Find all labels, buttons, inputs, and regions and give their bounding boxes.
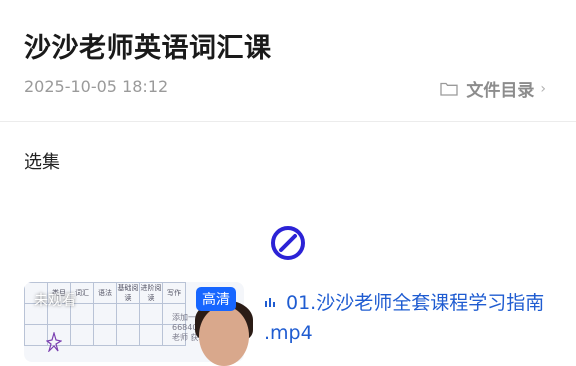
divider [0,121,576,122]
presenter-face [199,306,249,366]
page-title: 沙沙老师英语词汇课 [24,33,272,64]
thumb-header-cell: 写作 [162,282,186,304]
watch-status-label: 未观看 [34,293,76,309]
section-heading: 选集 [24,152,60,173]
star-doodle-icon [46,332,62,352]
thumb-header-cell: 语法 [93,282,117,304]
thumb-cell [93,303,117,325]
file-directory-link[interactable]: 文件目录 › [440,76,546,101]
thumb-cell [139,324,163,346]
file-directory-label: 文件目录 [466,81,535,101]
thumb-header-cell: 进阶阅读 [139,282,163,304]
episode-title-link[interactable]: 01.沙沙老师全套课程学习指南 .mp4 [264,288,554,348]
folder-icon [440,82,459,96]
thumb-cell [70,324,94,346]
thumb-cell [116,324,140,346]
thumb-cell [93,324,117,346]
thumb-cell [116,303,140,325]
thumb-cell [24,324,48,346]
loading-spinner-icon [271,226,305,260]
chevron-right-icon: › [540,80,546,97]
thumb-header-cell: 基础阅读 [116,282,140,304]
thumb-cell [139,303,163,325]
post-date: 2025-10-05 18:12 [24,77,169,96]
quality-badge: 高清 [196,287,236,311]
